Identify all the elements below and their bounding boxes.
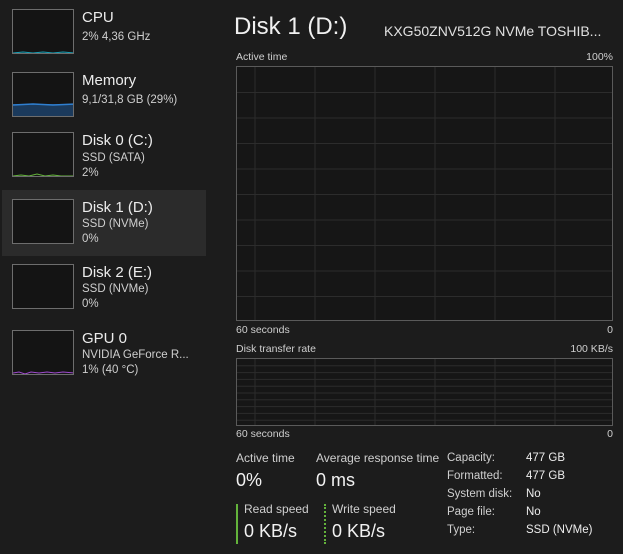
sidebar-item-disk0[interactable]: Disk 0 (C:) SSD (SATA) 2% — [2, 123, 206, 189]
sidebar-item-usage: 0% — [82, 298, 99, 310]
sidebar-item-subtitle: 9,1/31,8 GB (29%) — [82, 94, 178, 106]
sidebar-item-memory[interactable]: Memory 9,1/31,8 GB (29%) — [2, 63, 206, 129]
disk0-thumbnail-graph — [12, 132, 74, 177]
sidebar-item-title: Disk 1 (D:) — [82, 199, 153, 216]
read-speed-value: 0 KB/s — [244, 521, 298, 541]
sidebar-item-usage: 0% — [82, 233, 99, 245]
sidebar-item-gpu0[interactable]: GPU 0 NVIDIA GeForce R... 1% (40 °C) — [2, 321, 206, 387]
disk0-thumbnail-line — [13, 173, 73, 176]
sidebar-item-subtitle: SSD (NVMe) — [82, 218, 149, 230]
capacity-label: Capacity: — [447, 452, 495, 464]
transfer-rate-graph-xlabel: 60 seconds — [236, 428, 290, 440]
active-time-label: Active time — [236, 451, 295, 465]
sidebar-item-usage: 1% (40 °C) — [82, 364, 139, 376]
sidebar-item-subtitle: SSD (SATA) — [82, 152, 145, 164]
type-label: Type: — [447, 524, 476, 536]
cpu-thumbnail-graph — [12, 9, 74, 54]
sidebar-item-title: GPU 0 — [82, 330, 128, 347]
system-disk-value: No — [526, 488, 541, 500]
disk1-thumbnail-graph — [12, 199, 74, 244]
sidebar-item-cpu[interactable]: CPU 2% 4,36 GHz — [2, 0, 206, 66]
avg-response-value: 0 ms — [316, 470, 356, 490]
memory-thumbnail-graph — [12, 72, 74, 117]
sidebar-item-title: Disk 0 (C:) — [82, 132, 153, 149]
active-time-grid — [237, 67, 612, 320]
transfer-rate-graph — [236, 358, 613, 426]
avg-response-label: Average response time — [316, 451, 440, 465]
gpu0-thumbnail-graph — [12, 330, 74, 375]
active-time-graph-min: 0 — [607, 324, 613, 336]
system-disk-label: System disk: — [447, 488, 513, 500]
transfer-rate-graph-max: 100 KB/s — [570, 343, 613, 355]
disk-model-name: KXG50ZNV512G NVMe TOSHIB... — [384, 23, 602, 39]
formatted-label: Formatted: — [447, 470, 503, 482]
sidebar-item-subtitle: 2% 4,36 GHz — [82, 31, 151, 43]
sidebar-item-disk2[interactable]: Disk 2 (E:) SSD (NVMe) 0% — [2, 255, 206, 321]
active-time-graph-label: Active time — [236, 51, 288, 63]
read-speed-label: Read speed — [244, 502, 309, 516]
transfer-rate-graph-label: Disk transfer rate — [236, 343, 316, 355]
disk-details-panel: Disk 1 (D:) KXG50ZNV512G NVMe TOSHIB... … — [214, 0, 623, 554]
transfer-rate-graph-min: 0 — [607, 428, 613, 440]
sidebar-item-disk1[interactable]: Disk 1 (D:) SSD (NVMe) 0% — [2, 190, 206, 256]
sidebar-item-usage: 2% — [82, 167, 99, 179]
write-speed-indicator — [324, 504, 326, 544]
transfer-rate-grid — [237, 359, 612, 425]
type-value: SSD (NVMe) — [526, 524, 593, 536]
sidebar-item-subtitle: NVIDIA GeForce R... — [82, 349, 189, 361]
cpu-thumbnail-line — [13, 51, 73, 53]
disk2-thumbnail-graph — [12, 264, 74, 309]
active-time-value: 0% — [236, 470, 263, 490]
sidebar-item-title: Memory — [82, 72, 137, 89]
active-time-graph — [236, 66, 613, 321]
memory-thumbnail-fill — [13, 103, 73, 116]
gpu0-thumbnail-line — [13, 371, 73, 374]
sidebar-item-subtitle: SSD (NVMe) — [82, 283, 149, 295]
page-title: Disk 1 (D:) — [234, 13, 348, 40]
capacity-value: 477 GB — [526, 452, 565, 464]
write-speed-label: Write speed — [332, 502, 396, 516]
sidebar-item-title: Disk 2 (E:) — [82, 264, 153, 281]
formatted-value: 477 GB — [526, 470, 565, 482]
sidebar: CPU 2% 4,36 GHz Memory 9,1/31,8 GB (29%)… — [0, 0, 214, 554]
sidebar-item-title: CPU — [82, 9, 114, 26]
active-time-graph-max: 100% — [586, 51, 613, 63]
page-file-value: No — [526, 506, 541, 518]
page-file-label: Page file: — [447, 506, 495, 518]
write-speed-value: 0 KB/s — [332, 521, 386, 541]
read-speed-indicator — [236, 504, 238, 544]
active-time-graph-xlabel: 60 seconds — [236, 324, 290, 336]
